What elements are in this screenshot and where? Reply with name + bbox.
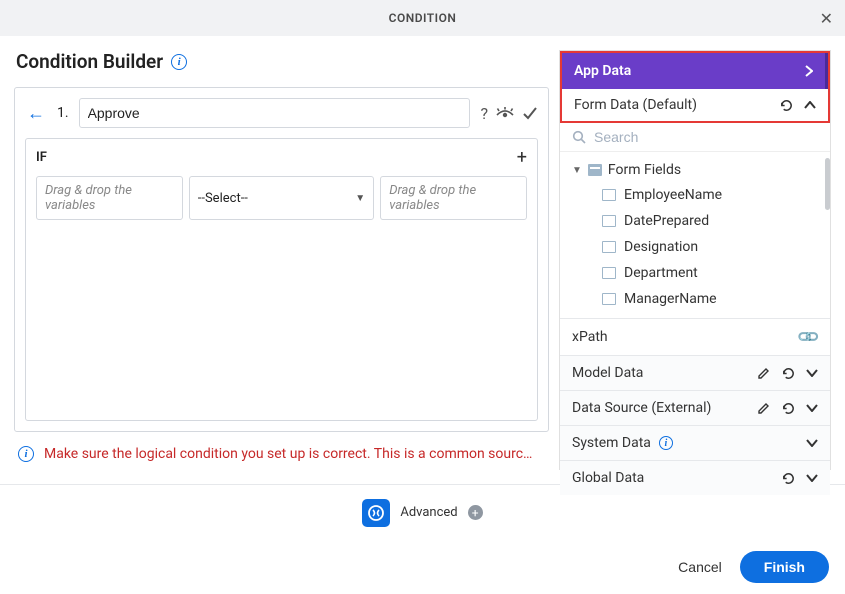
eye-icon[interactable] xyxy=(496,105,514,121)
link-icon[interactable]: 🔗 xyxy=(796,324,822,350)
chevron-right-icon xyxy=(805,65,813,77)
condition-name-row: ← 1. ? xyxy=(25,98,538,128)
pencil-icon[interactable] xyxy=(757,401,771,415)
system-data-panel[interactable]: System Data i xyxy=(560,425,830,460)
chevron-down-icon[interactable] xyxy=(806,404,818,412)
back-arrow-icon[interactable]: ← xyxy=(25,103,47,124)
refresh-icon[interactable] xyxy=(781,471,796,486)
field-label: ManagerName xyxy=(624,291,717,307)
pencil-icon[interactable] xyxy=(757,366,771,380)
field-item[interactable]: ManagerName xyxy=(572,286,826,312)
advanced-add-icon[interactable]: + xyxy=(468,505,483,520)
scrollbar[interactable] xyxy=(825,158,830,210)
model-data-panel[interactable]: Model Data xyxy=(560,355,830,390)
if-header: IF + xyxy=(26,139,537,176)
xpath-label: xPath xyxy=(572,329,608,345)
right-panel: App Data Form Data (Default) xyxy=(559,50,831,470)
app-data-header[interactable]: App Data xyxy=(562,53,828,89)
data-source-panel[interactable]: Data Source (External) xyxy=(560,390,830,425)
info-icon[interactable]: i xyxy=(659,436,673,450)
refresh-icon[interactable] xyxy=(781,366,796,381)
dialog-header: CONDITION ✕ xyxy=(0,0,845,36)
form-fields-tree: ▼ Form Fields EmployeeName DatePrepared … xyxy=(560,152,830,318)
dialog-title: CONDITION xyxy=(389,11,457,25)
form-fields-node[interactable]: ▼ Form Fields xyxy=(572,158,826,182)
condition-box: ← 1. ? IF + D xyxy=(14,87,549,432)
page-title: Condition Builder xyxy=(16,50,163,73)
condition-name-input[interactable] xyxy=(79,98,471,128)
chevron-down-icon: ▼ xyxy=(355,193,365,204)
warning-text: Make sure the logical condition you set … xyxy=(44,446,532,462)
refresh-icon[interactable] xyxy=(781,401,796,416)
data-source-label: Data Source (External) xyxy=(572,400,711,416)
highlighted-region: App Data Form Data (Default) xyxy=(560,51,830,123)
form-fields-icon xyxy=(588,164,602,176)
field-item[interactable]: Designation xyxy=(572,234,826,260)
field-icon xyxy=(602,189,616,201)
field-label: Designation xyxy=(624,239,698,255)
search-row xyxy=(560,123,830,152)
app-data-label: App Data xyxy=(574,63,631,79)
field-label: Department xyxy=(624,265,698,281)
if-block: IF + Drag & drop the variables --Select-… xyxy=(25,138,538,421)
help-icon[interactable]: ? xyxy=(480,104,488,123)
field-item[interactable]: Department xyxy=(572,260,826,286)
search-input[interactable] xyxy=(594,129,818,145)
finish-button[interactable]: Finish xyxy=(740,551,829,583)
chevron-down-icon[interactable] xyxy=(806,439,818,447)
chevron-up-icon[interactable] xyxy=(804,101,816,109)
global-data-label: Global Data xyxy=(572,470,644,486)
advanced-label: Advanced xyxy=(400,505,457,520)
info-icon[interactable]: i xyxy=(171,54,187,70)
field-icon xyxy=(602,293,616,305)
operator-select[interactable]: --Select-- ▼ xyxy=(189,176,374,220)
row-number: 1. xyxy=(57,105,69,121)
advanced-badge-icon[interactable] xyxy=(362,499,390,527)
xpath-panel[interactable]: xPath 🔗 xyxy=(560,318,830,355)
form-data-header[interactable]: Form Data (Default) xyxy=(562,89,828,121)
condition-toolbar: ? xyxy=(480,104,538,123)
main-content: Condition Builder i ← 1. ? xyxy=(0,36,845,484)
footer: Cancel Finish xyxy=(0,540,845,594)
close-icon[interactable]: ✕ xyxy=(820,9,833,28)
model-data-label: Model Data xyxy=(572,365,643,381)
condition-expression-row: Drag & drop the variables --Select-- ▼ D… xyxy=(26,176,537,230)
field-item[interactable]: EmployeeName xyxy=(572,182,826,208)
form-fields-label: Form Fields xyxy=(608,162,681,178)
left-panel: Condition Builder i ← 1. ? xyxy=(14,50,549,470)
left-operand-dropzone[interactable]: Drag & drop the variables xyxy=(36,176,183,220)
field-icon xyxy=(602,267,616,279)
search-icon xyxy=(572,130,586,144)
info-icon: i xyxy=(18,446,34,462)
operator-select-label: --Select-- xyxy=(198,191,248,206)
field-icon xyxy=(602,215,616,227)
refresh-icon[interactable] xyxy=(779,98,794,113)
global-data-panel[interactable]: Global Data xyxy=(560,460,830,495)
cancel-button[interactable]: Cancel xyxy=(678,559,722,575)
if-label: IF xyxy=(36,150,47,165)
warning-row: i Make sure the logical condition you se… xyxy=(14,438,549,470)
check-icon[interactable] xyxy=(522,105,538,121)
form-data-icons xyxy=(779,98,816,113)
chevron-down-icon[interactable] xyxy=(806,474,818,482)
field-label: DatePrepared xyxy=(624,213,709,229)
field-item[interactable]: DatePrepared xyxy=(572,208,826,234)
chevron-down-icon[interactable] xyxy=(806,369,818,377)
caret-down-icon: ▼ xyxy=(572,165,582,176)
add-condition-icon[interactable]: + xyxy=(517,147,527,168)
system-data-label: System Data xyxy=(572,435,651,451)
field-icon xyxy=(602,241,616,253)
page-title-row: Condition Builder i xyxy=(14,50,549,73)
field-label: EmployeeName xyxy=(624,187,722,203)
form-data-label: Form Data (Default) xyxy=(574,97,697,113)
right-operand-dropzone[interactable]: Drag & drop the variables xyxy=(380,176,527,220)
